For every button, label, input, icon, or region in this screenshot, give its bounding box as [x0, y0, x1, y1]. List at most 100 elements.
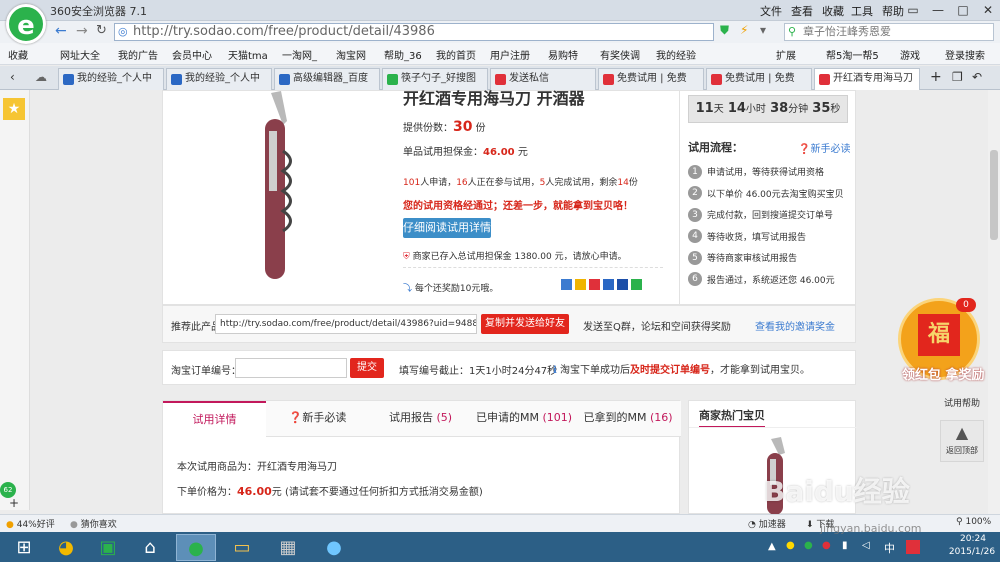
- restore-tab-icon[interactable]: ↶: [972, 70, 982, 84]
- dropdown-icon[interactable]: ▾: [760, 23, 766, 37]
- bookmark-8[interactable]: 我的首页: [436, 47, 476, 62]
- clock-time[interactable]: 20:24: [950, 534, 996, 544]
- search-input[interactable]: ⚲ 章子怡汪峰秀恩爱: [784, 23, 994, 41]
- order-number-input[interactable]: [235, 358, 347, 378]
- tab-applied[interactable]: 已申请的MM (101): [472, 401, 576, 437]
- tab-reports[interactable]: 试用报告 (5): [369, 401, 472, 437]
- maximize-button[interactable]: □: [950, 0, 976, 20]
- bookmark-13[interactable]: 扩展: [776, 47, 796, 62]
- trial-help-link[interactable]: 试用帮助: [940, 396, 984, 412]
- invite-reward-link[interactable]: 查看我的邀请奖金: [755, 318, 835, 333]
- image-viewer-icon[interactable]: ▦: [268, 534, 308, 561]
- read-detail-button[interactable]: 仔细阅读试用详情: [403, 218, 491, 238]
- tab-label: 已申请的MM: [475, 411, 539, 424]
- bookmark-10[interactable]: 易购特: [548, 47, 578, 62]
- bookmark-9[interactable]: 用户注册: [490, 47, 530, 62]
- tray-icon-1[interactable]: ●: [786, 540, 795, 551]
- share-qzone-icon[interactable]: [575, 279, 586, 290]
- skin-button[interactable]: ▭: [900, 0, 926, 20]
- cloud-icon[interactable]: ☁: [35, 70, 47, 84]
- ime-logo-icon[interactable]: [906, 540, 920, 554]
- zoom-status[interactable]: ⚲ 100%: [956, 517, 991, 527]
- stats-participating: 16: [456, 178, 468, 188]
- bookmark-2[interactable]: 我的广告: [118, 47, 158, 62]
- tab-7-active[interactable]: 开红酒专用海马刀: [814, 68, 920, 90]
- folder-icon[interactable]: ▭: [222, 534, 262, 561]
- newbie-link[interactable]: ❓新手必读: [798, 140, 850, 155]
- address-bar[interactable]: ◎ http://try.sodao.com/free/product/deta…: [114, 23, 714, 41]
- app-icon-1[interactable]: ◕: [46, 534, 86, 561]
- menu-favorites[interactable]: 收藏: [822, 3, 844, 19]
- home-icon[interactable]: ⌂: [130, 534, 170, 561]
- close-button[interactable]: ✕: [975, 0, 1000, 20]
- bookmark-0[interactable]: 收藏: [8, 47, 28, 62]
- sidebar-add-icon[interactable]: +: [9, 496, 19, 510]
- bookmark-4[interactable]: 天猫tma: [228, 47, 268, 62]
- tray-icon-2[interactable]: ●: [804, 540, 813, 551]
- shield-icon[interactable]: ⛊: [720, 23, 729, 38]
- detail-line-price: 下单价格为：46.00元 (请试套不要通过任何折扣方式抵消交易金额): [177, 483, 483, 498]
- share-link-input[interactable]: http://try.sodao.com/free/product/detail…: [215, 314, 477, 334]
- rating-status[interactable]: ● 44%好评: [6, 517, 55, 530]
- tab-newbie[interactable]: ❓新手必读: [266, 401, 369, 437]
- back-icon[interactable]: ←: [55, 23, 67, 39]
- windows-start-icon[interactable]: ⊞: [4, 534, 44, 561]
- ime-indicator[interactable]: 中: [884, 540, 895, 556]
- menu-tools[interactable]: 工具: [851, 3, 873, 19]
- order-label: 淘宝订单编号：: [171, 366, 241, 377]
- accelerator-status[interactable]: ◔ 加速器: [748, 517, 786, 530]
- scrollbar[interactable]: [988, 90, 1000, 514]
- window-list-icon[interactable]: ❐: [952, 70, 963, 84]
- step-number: 2: [688, 186, 702, 201]
- favorite-star-icon[interactable]: ★: [3, 98, 25, 120]
- new-tab-icon[interactable]: +: [930, 69, 942, 85]
- bookmark-15[interactable]: 游戏: [900, 47, 920, 62]
- tab-6[interactable]: 免费试用 | 免费: [706, 68, 812, 90]
- red-packet-widget[interactable]: 福 领红包 拿奖励 0: [898, 298, 985, 394]
- lightning-icon[interactable]: ⚡: [740, 23, 748, 37]
- tab-trial-detail[interactable]: 试用详情: [163, 401, 266, 438]
- tray-arrow-icon[interactable]: ▲: [768, 541, 776, 552]
- menu-file[interactable]: 文件: [760, 3, 782, 19]
- copy-link-button[interactable]: 复制并发送给好友: [481, 314, 569, 334]
- bookmark-16[interactable]: 登录搜索: [945, 47, 985, 62]
- bookmark-7[interactable]: 帮助_36: [384, 47, 422, 62]
- bookmark-3[interactable]: 会员中心: [172, 47, 212, 62]
- store-icon[interactable]: ▣: [88, 534, 128, 561]
- share-wechat-icon[interactable]: [631, 279, 642, 290]
- minimize-button[interactable]: —: [925, 0, 951, 20]
- messenger-icon[interactable]: ●: [314, 534, 354, 561]
- step-number: 5: [688, 250, 702, 265]
- browser-task-icon[interactable]: ●: [176, 534, 216, 561]
- stats-text: 人正在参与试用，: [467, 178, 540, 188]
- share-renren-icon[interactable]: [617, 279, 628, 290]
- share-tencent-icon[interactable]: [603, 279, 614, 290]
- tab-label: 试用详情: [192, 413, 237, 426]
- tab-2[interactable]: 高级编辑器_百度: [274, 68, 380, 90]
- tab-1[interactable]: 我的经验_个人中: [166, 68, 272, 90]
- bookmark-14[interactable]: 帮5淘一帮5: [826, 47, 879, 62]
- tab-0[interactable]: 我的经验_个人中: [58, 68, 164, 90]
- guess-like-status[interactable]: ● 猜你喜欢: [70, 517, 117, 530]
- tab-scroll-left-icon[interactable]: ‹: [10, 70, 15, 84]
- bookmark-6[interactable]: 淘宝网: [336, 47, 366, 62]
- forward-icon[interactable]: →: [76, 23, 88, 39]
- tray-icon-3[interactable]: ●: [822, 540, 831, 551]
- bookmarks-bar: 收藏 网址大全 我的广告 会员中心 天猫tma 一淘网_ 淘宝网 帮助_36 我…: [0, 43, 1000, 65]
- network-icon[interactable]: ▮: [842, 540, 848, 551]
- bookmark-12[interactable]: 我的经验: [656, 47, 696, 62]
- submit-order-button[interactable]: 提交: [350, 358, 384, 378]
- share-plus-icon[interactable]: [561, 279, 572, 290]
- volume-icon[interactable]: ◁: [862, 540, 870, 551]
- refresh-icon[interactable]: ↻: [96, 23, 107, 38]
- tab-5[interactable]: 免费试用 | 免费: [598, 68, 704, 90]
- tab-received[interactable]: 已拿到的MM (16): [576, 401, 680, 437]
- bookmark-11[interactable]: 有奖侠调: [600, 47, 640, 62]
- back-to-top-button[interactable]: ▲ 返回顶部: [940, 420, 984, 462]
- clock-date[interactable]: 2015/1/26: [944, 547, 1000, 557]
- bookmark-1[interactable]: 网址大全: [60, 47, 100, 62]
- share-weibo-icon[interactable]: [589, 279, 600, 290]
- menu-view[interactable]: 查看: [791, 3, 813, 19]
- scrollbar-thumb[interactable]: [990, 150, 998, 240]
- bookmark-5[interactable]: 一淘网_: [282, 47, 317, 62]
